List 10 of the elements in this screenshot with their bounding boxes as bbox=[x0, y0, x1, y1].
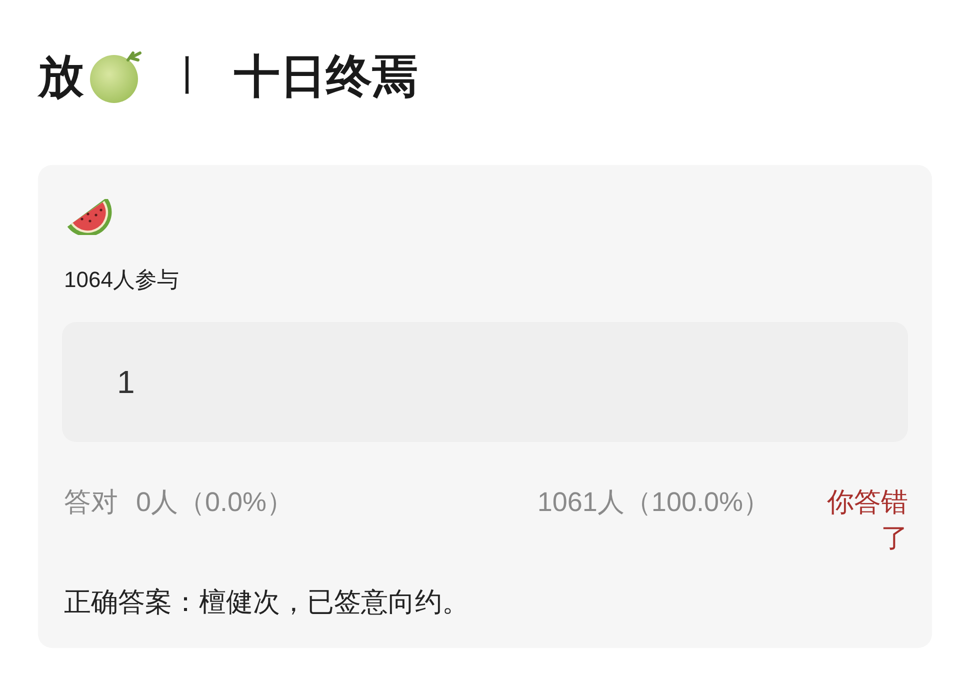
title-text: 放 bbox=[38, 53, 84, 99]
result-verdict: 你答错了 bbox=[826, 486, 908, 555]
wrong-count: 1061人（100.0%） bbox=[537, 486, 770, 519]
correct-count: 0人（0.0%） bbox=[136, 486, 294, 519]
participant-count: 1064人参与 bbox=[64, 267, 179, 293]
title-text: 十日终焉 bbox=[234, 53, 418, 99]
correct-label: 答对 bbox=[64, 486, 118, 519]
title-separator: 丨 bbox=[168, 56, 208, 96]
correct-answer: 正确答案：檀健次，已签意向约。 bbox=[64, 586, 469, 619]
answer-box: 1 bbox=[62, 322, 908, 442]
